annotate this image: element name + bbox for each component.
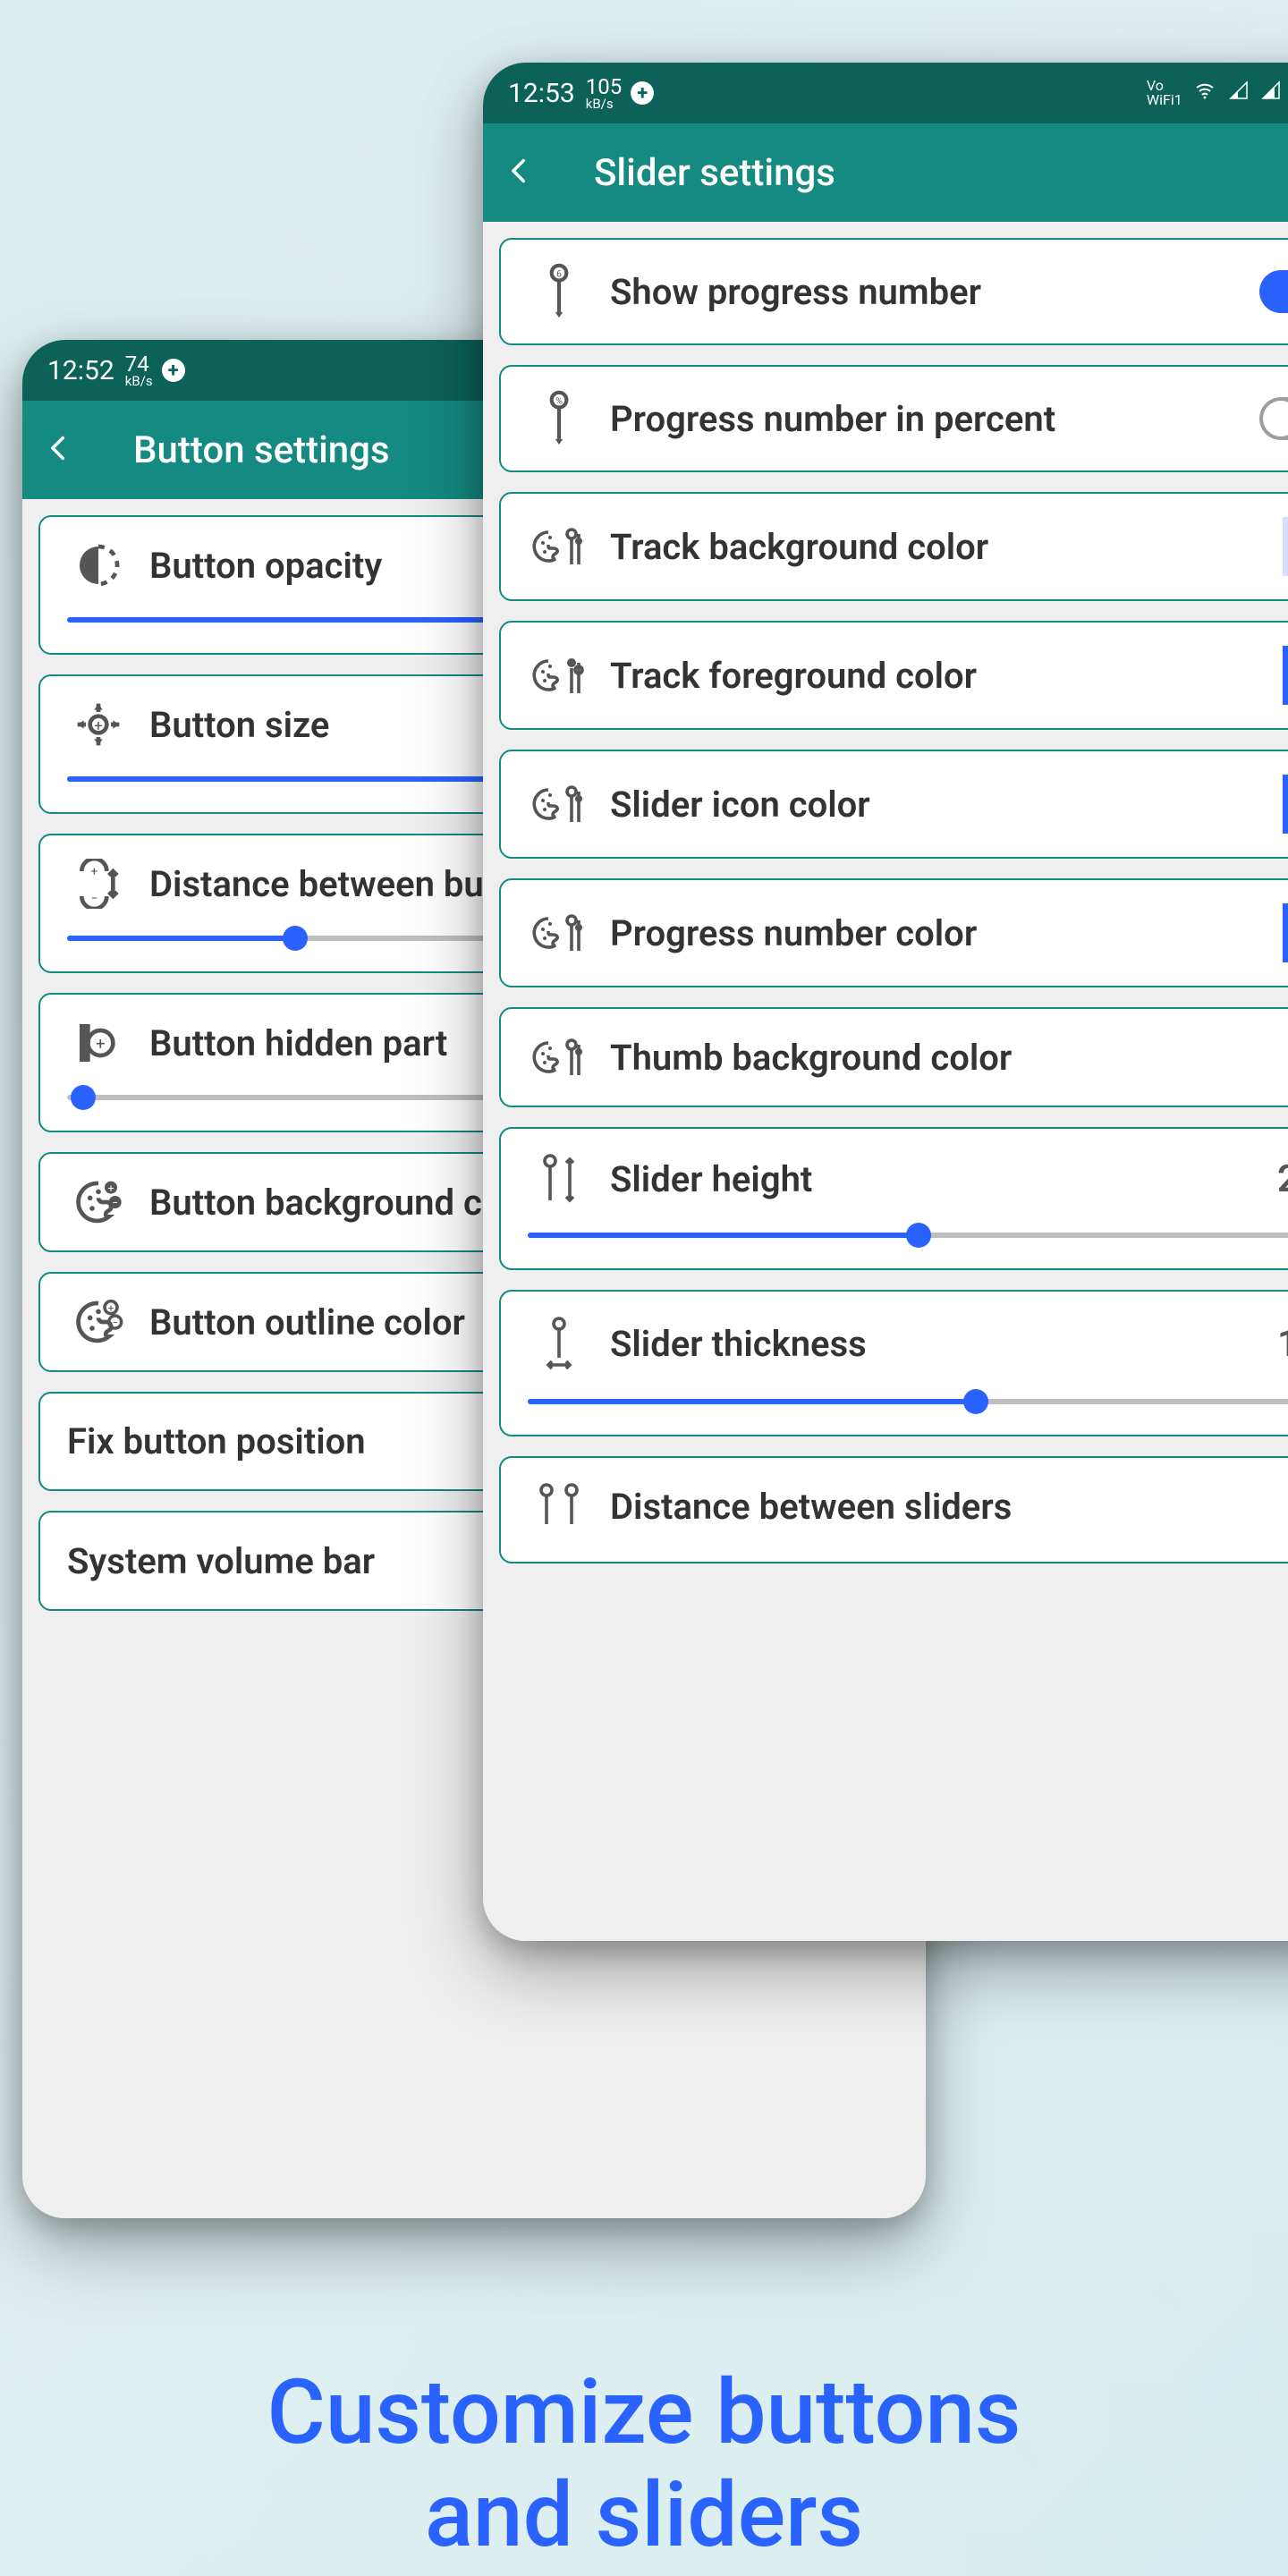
svg-text:−: − (112, 1197, 118, 1209)
slider-distance-icon (528, 1481, 590, 1531)
opacity-icon (67, 540, 130, 590)
plus-icon: + (631, 81, 654, 105)
status-net-speed: 105 kB/s (586, 76, 622, 111)
palette-slider-icon (528, 779, 590, 829)
value: 277 (1277, 1157, 1288, 1201)
status-time: 12:52 (47, 355, 114, 386)
palette-slider-icon (528, 1032, 590, 1082)
page-title: Button settings (133, 428, 390, 472)
setting-slider-height[interactable]: Slider height 277 (499, 1127, 1288, 1270)
color-swatch[interactable] (1283, 903, 1288, 962)
toggle[interactable] (1259, 397, 1288, 440)
thickness-icon (528, 1315, 590, 1372)
slider[interactable] (528, 1233, 1288, 1238)
hidden-part-icon: + (67, 1018, 130, 1068)
setting-show-progress-number[interactable]: 6 Show progress number (499, 238, 1288, 345)
wifi-icon (1191, 80, 1218, 107)
app-bar: Slider settings (483, 123, 1288, 222)
signal-icon (1227, 80, 1250, 107)
palette-slider-icon (528, 650, 590, 700)
svg-text:−: − (112, 1317, 118, 1329)
setting-progress-number-color[interactable]: Progress number color (499, 878, 1288, 987)
setting-slider-icon-color[interactable]: Slider icon color (499, 750, 1288, 859)
svg-text:+: + (108, 1182, 114, 1194)
color-swatch[interactable] (1283, 775, 1288, 834)
setting-slider-thickness[interactable]: Slider thickness 111 (499, 1290, 1288, 1436)
palette-outline-icon: +− (67, 1297, 130, 1347)
signal-icon-2 (1259, 80, 1283, 107)
distance-icon: +− (67, 859, 130, 909)
svg-text:+: + (96, 1034, 106, 1054)
setting-progress-percent[interactable]: % Progress number in percent (499, 365, 1288, 472)
status-right: VoWiFi1 85% (1147, 79, 1288, 107)
setting-track-fg-color[interactable]: Track foreground color (499, 621, 1288, 730)
svg-text:−: − (90, 892, 97, 906)
palette-slider-icon (528, 908, 590, 958)
setting-distance-sliders[interactable]: Distance between sliders 13 (499, 1456, 1288, 1563)
svg-text:+: + (90, 865, 97, 879)
svg-text:+: + (94, 717, 102, 734)
percent-slider-icon: % (528, 390, 590, 447)
palette-icon: +− (67, 1177, 130, 1227)
svg-text:+: + (108, 1301, 114, 1314)
back-icon[interactable] (504, 149, 558, 196)
back-icon[interactable] (44, 427, 97, 473)
color-swatch[interactable] (1283, 517, 1288, 576)
resize-icon: + (67, 699, 130, 750)
phone-slider-settings: 12:53 105 kB/s + VoWiFi1 85% Slide (483, 63, 1288, 1941)
tagline: Customize buttons and sliders (0, 2361, 1288, 2567)
color-swatch[interactable] (1283, 646, 1288, 705)
status-net-speed: 74 kB/s (125, 353, 153, 388)
setting-thumb-bg-color[interactable]: Thumb background color (499, 1007, 1288, 1107)
vowifi-icon: VoWiFi1 (1147, 79, 1182, 107)
svg-text:6: 6 (556, 267, 562, 279)
slider[interactable] (528, 1399, 1288, 1404)
toggle[interactable] (1259, 270, 1288, 313)
page-title: Slider settings (594, 151, 835, 195)
setting-track-bg-color[interactable]: Track background color (499, 492, 1288, 601)
status-bar: 12:53 105 kB/s + VoWiFi1 85% (483, 63, 1288, 123)
plus-icon: + (162, 359, 185, 382)
status-time: 12:53 (508, 78, 575, 109)
svg-text:%: % (555, 394, 563, 406)
value: 111 (1277, 1322, 1288, 1366)
palette-slider-icon (528, 521, 590, 572)
height-icon (528, 1152, 590, 1206)
number-slider-icon: 6 (528, 263, 590, 320)
settings-list: 6 Show progress number % Progress number… (483, 222, 1288, 1941)
